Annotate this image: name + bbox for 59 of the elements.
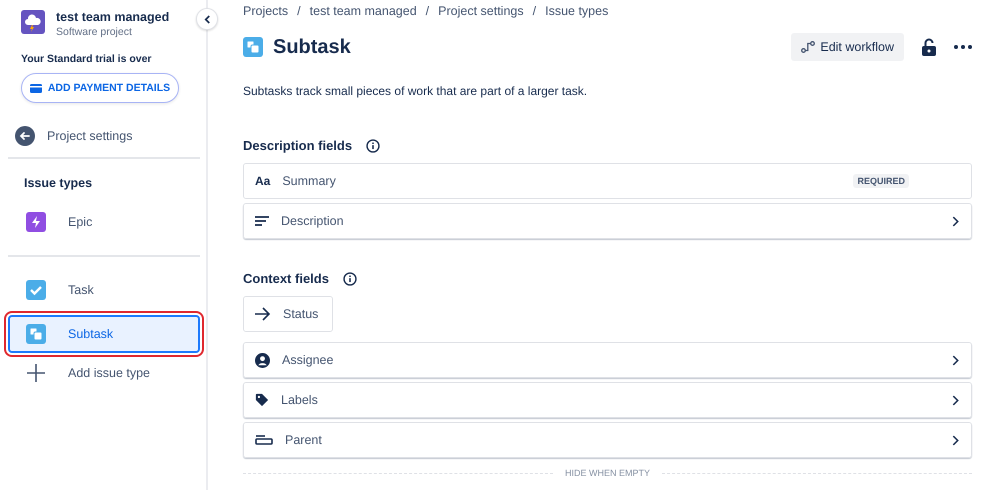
chevron-right-icon: [952, 434, 959, 446]
chevron-right-icon: [952, 394, 959, 406]
field-label: Assignee: [282, 353, 334, 367]
hide-when-empty-label: HIDE WHEN EMPTY: [565, 468, 650, 478]
page-title: Subtask: [273, 36, 351, 58]
unlocked-padlock-icon[interactable]: [922, 38, 936, 56]
parent-icon: [255, 435, 273, 445]
field-row[interactable]: Assignee: [243, 342, 972, 378]
text-format-icon: Aa: [255, 174, 270, 188]
field-label: Labels: [281, 393, 318, 407]
back-link[interactable]: Project settings: [15, 126, 132, 146]
lightning-icon: [26, 212, 46, 232]
sidebar-item[interactable]: Epic: [8, 203, 200, 241]
subtask-icon: [243, 37, 263, 57]
chevron-left-icon: [204, 14, 210, 24]
field-label: Status: [283, 307, 318, 321]
required-lozenge: REQUIRED: [853, 174, 909, 188]
section-title: Description fields: [243, 138, 352, 153]
field-label: Parent: [285, 433, 322, 447]
project-name: test team managed: [56, 10, 170, 24]
info-icon[interactable]: [366, 138, 380, 152]
add-issue-type[interactable]: Add issue type: [8, 354, 200, 392]
breadcrumb-link[interactable]: Projects: [243, 4, 288, 18]
breadcrumb-separator: /: [426, 4, 430, 18]
field-label: Summary: [282, 174, 336, 188]
project-type: Software project: [56, 26, 133, 38]
sidebar-item[interactable]: Task: [8, 271, 200, 309]
breadcrumb-separator: /: [532, 4, 536, 18]
person-circle-icon: [255, 352, 270, 368]
plus-icon: [26, 363, 46, 383]
cloud-icon: [21, 10, 45, 34]
tag-icon: [255, 393, 269, 407]
chevron-right-icon: [952, 354, 959, 366]
breadcrumb-separator: /: [297, 4, 301, 18]
field-row[interactable]: Aa Summary REQUIRED: [243, 163, 972, 199]
more-options-icon[interactable]: [954, 45, 972, 49]
section-title: Context fields: [243, 271, 329, 286]
edit-workflow-button[interactable]: Edit workflow: [791, 33, 904, 61]
breadcrumb-link[interactable]: test team managed: [310, 4, 417, 18]
subtask-icon: [26, 324, 46, 344]
field-row[interactable]: Status: [243, 296, 334, 332]
arrow-right-icon: [255, 307, 271, 321]
breadcrumb-link[interactable]: Issue types: [545, 4, 608, 18]
collapse-button[interactable]: [196, 8, 218, 30]
field-row[interactable]: Labels: [243, 382, 972, 418]
chevron-right-icon: [952, 216, 959, 226]
sidebar-heading: Issue types: [24, 176, 94, 190]
field-row[interactable]: Parent: [243, 422, 972, 458]
trial-notice: Your Standard trial is over: [21, 53, 153, 65]
issue-type-description: Subtasks track small pieces of work that are part of a larger task.: [243, 84, 588, 98]
checkmark-icon: [26, 280, 46, 300]
info-icon[interactable]: [342, 272, 357, 286]
field-row[interactable]: Description: [243, 203, 972, 239]
credit-card-icon: [30, 84, 42, 92]
field-label: Description: [281, 214, 344, 228]
breadcrumb-link[interactable]: Project settings: [438, 4, 524, 18]
text-lines-icon: [255, 216, 269, 226]
workflow-icon: [801, 41, 816, 53]
add-payment-button[interactable]: ADD PAYMENT DETAILS: [21, 73, 179, 103]
